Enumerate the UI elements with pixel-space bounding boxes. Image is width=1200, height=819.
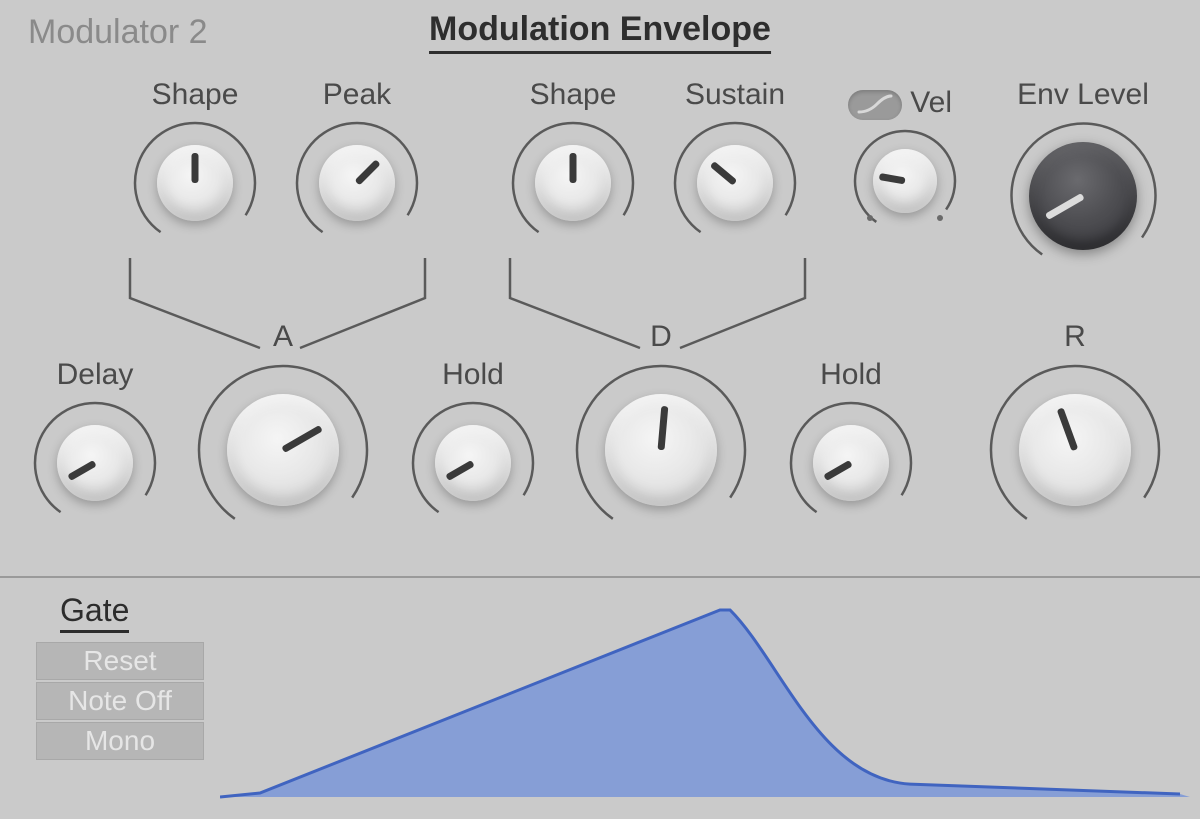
knob-delay[interactable]: Delay xyxy=(20,358,170,528)
tab-modulation-envelope[interactable]: Modulation Envelope xyxy=(429,10,771,54)
knob-label: Sustain xyxy=(660,78,810,112)
knob-label: Peak xyxy=(282,78,432,112)
knob-decay[interactable]: D xyxy=(566,320,756,540)
knob-label: Env Level xyxy=(998,78,1168,112)
knob-env-level[interactable]: Env Level xyxy=(998,78,1168,273)
section-divider xyxy=(0,576,1200,578)
note-off-button[interactable]: Note Off xyxy=(36,682,204,720)
knob-label: D xyxy=(566,320,756,354)
knob-decay-shape[interactable]: Shape xyxy=(498,78,648,248)
knob-hold-2[interactable]: Hold xyxy=(776,358,926,528)
knob-attack[interactable]: A xyxy=(188,320,378,540)
module-name: Modulator 2 xyxy=(28,13,208,52)
knob-vel[interactable]: Vel xyxy=(840,86,970,236)
knob-label: Vel xyxy=(840,86,970,120)
knob-label: Hold xyxy=(398,358,548,392)
knob-release[interactable]: R xyxy=(980,320,1170,540)
envelope-display[interactable] xyxy=(220,600,1190,799)
knob-hold-1[interactable]: Hold xyxy=(398,358,548,528)
envelope-fill xyxy=(220,610,1190,797)
tab-gate[interactable]: Gate xyxy=(60,592,129,633)
knob-attack-shape[interactable]: Shape xyxy=(120,78,270,248)
knob-label: Delay xyxy=(20,358,170,392)
panel-header: Modulator 2 Modulation Envelope xyxy=(0,8,1200,56)
knob-label: Shape xyxy=(120,78,270,112)
knob-label: A xyxy=(188,320,378,354)
modulator-panel: Modulator 2 Modulation Envelope Shape Pe… xyxy=(0,0,1200,819)
knob-label: Shape xyxy=(498,78,648,112)
knob-label: Hold xyxy=(776,358,926,392)
knob-peak[interactable]: Peak xyxy=(282,78,432,248)
mono-button[interactable]: Mono xyxy=(36,722,204,760)
knob-sustain[interactable]: Sustain xyxy=(660,78,810,248)
knob-label: R xyxy=(980,320,1170,354)
reset-button[interactable]: Reset xyxy=(36,642,204,680)
